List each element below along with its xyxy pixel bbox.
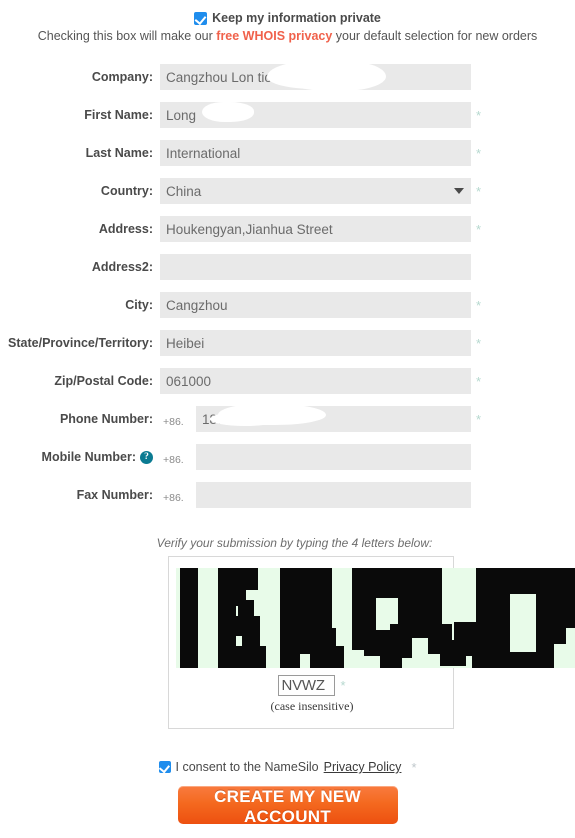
registrant-contact-form: Company: Cangzhou Lon tional trade co., … (0, 58, 575, 514)
form-row-city: City: Cangzhou * (0, 286, 575, 324)
label-mobile-number: Mobile Number: ? (0, 450, 160, 464)
label-fax-number: Fax Number: (76, 488, 153, 502)
keep-information-private-label: Keep my information private (212, 11, 381, 25)
form-row-mobile-number: Mobile Number: ? +86. (0, 438, 575, 476)
address2-input[interactable] (160, 254, 471, 280)
privacy-description-after: your default selection for new orders (335, 29, 538, 43)
required-asterisk: * (476, 411, 482, 427)
city-input[interactable]: Cangzhou (160, 292, 471, 318)
form-row-last-name: Last Name: International * (0, 134, 575, 172)
country-select[interactable]: China (160, 178, 471, 204)
first-name-input[interactable]: Long (160, 102, 471, 128)
captcha-image (176, 568, 575, 668)
privacy-policy-link[interactable]: Privacy Policy (324, 760, 402, 774)
fax-number-input[interactable] (196, 482, 471, 508)
create-my-new-account-button[interactable]: CREATE MY NEW ACCOUNT (177, 786, 398, 826)
label-country: Country: (100, 184, 153, 198)
phone-number-input[interactable]: 1887 (196, 406, 471, 432)
privacy-header: Keep my information private Checking thi… (0, 0, 575, 44)
privacy-description-before: Checking this box will make our (37, 29, 213, 43)
label-address: Address: (98, 222, 153, 236)
required-asterisk: * (411, 759, 417, 775)
last-name-input[interactable]: International (160, 140, 471, 166)
privacy-checkbox-row: Keep my information private (0, 11, 575, 25)
required-asterisk: * (476, 373, 482, 389)
state-province-territory-input[interactable]: Heibei (160, 330, 471, 356)
label-city: City: (125, 298, 153, 312)
required-asterisk: * (476, 183, 482, 199)
required-asterisk: * (476, 335, 482, 351)
required-asterisk: * (340, 678, 346, 693)
captcha-card: NVWZ * (case insensitive) (168, 556, 575, 729)
mobile-number-input[interactable] (196, 444, 471, 470)
required-asterisk: * (476, 107, 482, 123)
help-icon[interactable]: ? (140, 450, 153, 464)
form-row-address2: Address2: (0, 248, 575, 286)
captcha-hint: Verify your submission by typing the 4 l… (156, 536, 433, 550)
required-asterisk: * (476, 145, 482, 161)
captcha-case-note: (case insensitive) (270, 699, 354, 713)
fax-country-code: +86. (163, 492, 184, 504)
form-row-country: Country: China * (0, 172, 575, 210)
consent-row: I consent to the NameSilo Privacy Policy… (0, 760, 575, 774)
consent-checkbox[interactable] (158, 761, 171, 773)
captcha-input-row: NVWZ * (169, 675, 455, 696)
form-row-company: Company: Cangzhou Lon tional trade co., (0, 58, 575, 96)
consent-text: I consent to the NameSilo (175, 760, 319, 774)
form-row-address: Address: Houkengyan,Jianhua Street * (0, 210, 575, 248)
label-company: Company: (91, 70, 153, 84)
form-row-first-name: First Name: Long * (0, 96, 575, 134)
form-row-fax-number: Fax Number: +86. (0, 476, 575, 514)
required-asterisk: * (476, 297, 482, 313)
captcha-section: Verify your submission by typing the 4 l… (0, 536, 575, 729)
label-state-province-territory: State/Province/Territory: (8, 336, 153, 350)
mobile-country-code: +86. (163, 454, 184, 466)
label-last-name: Last Name: (85, 146, 153, 160)
label-zip-postal-code: Zip/Postal Code: (54, 374, 153, 388)
address-input[interactable]: Houkengyan,Jianhua Street (160, 216, 471, 242)
keep-information-private-checkbox[interactable] (194, 11, 208, 25)
form-row-state: State/Province/Territory: Heibei * (0, 324, 575, 362)
submit-row: CREATE MY NEW ACCOUNT (0, 786, 575, 826)
company-input[interactable]: Cangzhou Lon tional trade co., (160, 64, 471, 90)
label-phone-number: Phone Number: (59, 412, 153, 426)
chevron-down-icon (454, 188, 464, 194)
required-asterisk: * (476, 221, 482, 237)
captcha-input[interactable]: NVWZ (278, 675, 336, 696)
free-whois-privacy-link[interactable]: free WHOIS privacy (216, 29, 332, 43)
label-address2: Address2: (91, 260, 153, 274)
form-row-zip: Zip/Postal Code: 061000 * (0, 362, 575, 400)
phone-country-code: +86. (163, 416, 184, 428)
privacy-description: Checking this box will make our free WHO… (0, 29, 575, 44)
zip-postal-code-input[interactable]: 061000 (160, 368, 471, 394)
form-row-phone-number: Phone Number: +86. 1887 * (0, 400, 575, 438)
country-selected-value: China (166, 183, 202, 199)
label-first-name: First Name: (84, 108, 153, 122)
